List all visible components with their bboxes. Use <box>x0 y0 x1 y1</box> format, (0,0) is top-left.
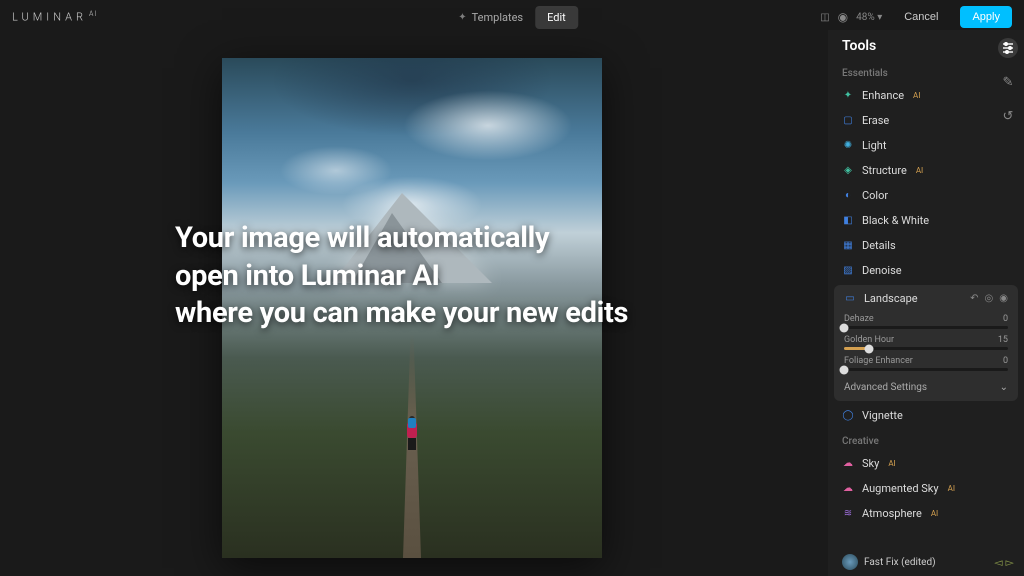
zoom-level[interactable]: 48% ▾ <box>856 12 882 23</box>
bw-icon: ◧ <box>842 215 854 227</box>
logo-text: LUMINAR <box>12 11 87 24</box>
tool-atmosphere-label: Atmosphere <box>862 507 922 520</box>
tool-augsky[interactable]: ☁ Augmented Sky AI <box>828 476 1024 501</box>
tool-erase-label: Erase <box>862 114 889 127</box>
tool-landscape[interactable]: ▭ Landscape ↶ ◎ ◉ <box>834 285 1018 312</box>
tool-vignette-label: Vignette <box>862 409 903 422</box>
tool-details-label: Details <box>862 239 896 252</box>
tool-details[interactable]: ▦ Details <box>828 233 1024 258</box>
apply-button[interactable]: Apply <box>960 6 1012 28</box>
preset-controls: ◅ ▻ <box>994 556 1014 569</box>
topbar: LUMINARAI ✦ Templates Edit ◫ ◉ 48% ▾ Can… <box>0 0 1024 34</box>
tool-bw[interactable]: ◧ Black & White <box>828 208 1024 233</box>
slider-dehaze[interactable]: Dehaze 0 <box>834 312 1018 333</box>
tool-denoise[interactable]: ▨ Denoise <box>828 258 1024 283</box>
tab-templates-label: Templates <box>472 11 523 24</box>
foliage-value: 0 <box>1003 356 1008 366</box>
tool-structure[interactable]: ◈ Structure AI <box>828 158 1024 183</box>
tool-landscape-label: Landscape <box>864 292 918 305</box>
preset-thumb <box>842 554 858 570</box>
tool-light[interactable]: ✺ Light <box>828 133 1024 158</box>
logo-suffix: AI <box>89 10 97 18</box>
section-essentials: Essentials <box>828 60 1024 83</box>
slider-foliage[interactable]: Foliage Enhancer 0 <box>834 354 1018 375</box>
sky-icon: ☁ <box>842 458 854 470</box>
panel-header: Tools <box>828 30 1024 60</box>
landscape-icon: ▭ <box>844 293 856 305</box>
sliders-icon[interactable] <box>998 38 1018 58</box>
tool-structure-label: Structure <box>862 164 907 177</box>
advanced-settings[interactable]: Advanced Settings ⌄ <box>834 375 1018 395</box>
tab-edit[interactable]: Edit <box>535 6 578 29</box>
topbar-tabs: ✦ Templates Edit <box>446 6 578 29</box>
vignette-icon: ◯ <box>842 410 854 422</box>
tab-edit-label: Edit <box>547 11 566 24</box>
enhance-icon: ✦ <box>842 90 854 102</box>
chevron-down-icon: ⌄ <box>1000 382 1008 393</box>
ai-badge: AI <box>913 91 920 100</box>
preset-name: Fast Fix (edited) <box>864 557 988 568</box>
preview-icon[interactable]: ◉ <box>838 10 848 24</box>
canvas-area <box>0 40 824 576</box>
sparkle-icon: ✦ <box>458 12 466 23</box>
tools-panel: Tools ✎ ↺ Essentials ✦ Enhance AI ▢ Erase… <box>828 30 1024 576</box>
history-icon[interactable]: ↺ <box>998 106 1018 126</box>
preset-next-icon[interactable]: ▻ <box>1006 556 1014 569</box>
tool-color[interactable]: ◐ Color <box>828 183 1024 208</box>
compare-icon[interactable]: ◫ <box>820 12 829 23</box>
reset-icon[interactable]: ↶ <box>970 293 978 304</box>
tool-denoise-label: Denoise <box>862 264 902 277</box>
slider-golden-hour[interactable]: Golden Hour15 <box>834 333 1018 354</box>
preset-prev-icon[interactable]: ◅ <box>994 556 1002 569</box>
foliage-label: Foliage Enhancer <box>844 356 913 366</box>
dehaze-label: Dehaze <box>844 314 874 324</box>
tool-enhance[interactable]: ✦ Enhance AI <box>828 83 1024 108</box>
landscape-row-icons: ↶ ◎ ◉ <box>970 293 1008 304</box>
tool-bw-label: Black & White <box>862 214 929 227</box>
tool-landscape-expanded: ▭ Landscape ↶ ◎ ◉ Dehaze0 Golden Hour15 … <box>834 285 1018 401</box>
mask-icon[interactable]: ◎ <box>985 293 994 304</box>
topbar-meta: ◫ ◉ 48% ▾ <box>820 10 882 24</box>
atmosphere-icon: ≋ <box>842 508 854 520</box>
tool-sky-label: Sky <box>862 457 879 470</box>
tool-erase[interactable]: ▢ Erase <box>828 108 1024 133</box>
tool-augsky-label: Augmented Sky <box>862 482 939 495</box>
topbar-right: ◫ ◉ 48% ▾ Cancel Apply <box>820 6 1012 28</box>
section-creative: Creative <box>828 428 1024 451</box>
golden-value: 15 <box>998 335 1008 345</box>
details-icon: ▦ <box>842 240 854 252</box>
visibility-icon[interactable]: ◉ <box>999 293 1008 304</box>
light-icon: ✺ <box>842 140 854 152</box>
app-logo: LUMINARAI <box>12 10 97 24</box>
tab-templates[interactable]: ✦ Templates <box>446 6 535 29</box>
tool-enhance-label: Enhance <box>862 89 904 102</box>
tool-vignette[interactable]: ◯ Vignette <box>828 403 1024 428</box>
image-hiker <box>404 416 420 448</box>
augsky-icon: ☁ <box>842 483 854 495</box>
structure-icon: ◈ <box>842 165 854 177</box>
color-icon: ◐ <box>842 190 854 202</box>
tool-sky[interactable]: ☁ Sky AI <box>828 451 1024 476</box>
edited-image[interactable] <box>222 58 602 558</box>
image-mountain <box>332 193 492 283</box>
ai-badge: AI <box>931 509 938 518</box>
dehaze-value: 0 <box>1003 314 1008 324</box>
ai-badge: AI <box>916 166 923 175</box>
brush-icon[interactable]: ✎ <box>998 72 1018 92</box>
tool-color-label: Color <box>862 189 888 202</box>
advanced-label: Advanced Settings <box>844 382 927 393</box>
denoise-icon: ▨ <box>842 265 854 277</box>
ai-badge: AI <box>888 459 895 468</box>
tool-atmosphere[interactable]: ≋ Atmosphere AI <box>828 501 1024 526</box>
panel-side-icons: ✎ ↺ <box>998 38 1018 126</box>
panel-title: Tools <box>842 38 876 54</box>
cancel-button[interactable]: Cancel <box>892 6 950 28</box>
erase-icon: ▢ <box>842 115 854 127</box>
ai-badge: AI <box>948 484 955 493</box>
tool-light-label: Light <box>862 139 886 152</box>
preset-strip[interactable]: Fast Fix (edited) ◅ ▻ <box>842 554 1014 570</box>
